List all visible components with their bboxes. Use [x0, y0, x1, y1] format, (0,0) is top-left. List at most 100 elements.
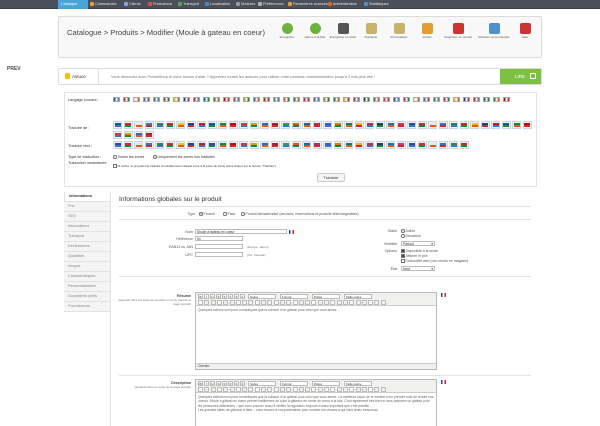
editor-tool-icon[interactable] [267, 300, 273, 305]
language-flag-icon[interactable] [333, 121, 343, 129]
editor-format-button[interactable]: ≡ [228, 294, 233, 299]
nav-tab-8[interactable]: Administration [328, 0, 357, 9]
language-flag-icon[interactable] [293, 97, 300, 102]
editor-tool-icon[interactable] [273, 387, 279, 392]
preview-button[interactable]: Prévisualiser [385, 23, 413, 40]
language-flag-icon[interactable] [449, 121, 458, 129]
language-flag-icon[interactable] [480, 121, 490, 129]
language-flag-icon[interactable] [213, 97, 220, 102]
back-list-button[interactable]: Retour à la liste [301, 23, 329, 40]
editor-tool-icon[interactable] [298, 300, 304, 305]
language-flag-icon[interactable] [501, 121, 511, 129]
language-flag-icon[interactable] [312, 121, 322, 129]
language-flag-icon[interactable] [155, 121, 164, 129]
editor-tool-icon[interactable] [292, 387, 298, 392]
editor-tool-icon[interactable] [235, 300, 241, 305]
editor-tool-icon[interactable] [254, 300, 260, 305]
editor-tool-icon[interactable] [292, 300, 298, 305]
language-flag-icon[interactable] [344, 141, 353, 149]
type-product-radio[interactable]: Produit [199, 212, 215, 216]
editor-tool-icon[interactable] [342, 300, 348, 305]
language-flag-icon[interactable] [353, 97, 360, 102]
editor-tool-icon[interactable] [279, 300, 285, 305]
language-flag-icon[interactable] [433, 97, 440, 102]
language-flag-icon[interactable] [396, 141, 406, 149]
editor-format-button[interactable]: U [210, 381, 215, 386]
language-flag-icon[interactable] [443, 97, 450, 102]
editor-dropdown[interactable]: Police [312, 294, 340, 299]
language-flag-icon[interactable] [344, 121, 353, 129]
language-flag-icon[interactable] [522, 121, 532, 129]
editor-tool-icon[interactable] [210, 387, 216, 392]
language-flag-icon[interactable] [333, 141, 343, 149]
editor-tool-icon[interactable] [261, 300, 266, 305]
editor-tool-icon[interactable] [198, 300, 203, 305]
language-flag-icon[interactable] [386, 141, 395, 149]
editor-tool-icon[interactable] [229, 387, 235, 392]
language-flag-icon[interactable] [323, 97, 330, 102]
nav-tab-3[interactable]: Transport [178, 0, 199, 9]
editor-tool-icon[interactable] [380, 387, 386, 392]
language-flag-icon[interactable] [453, 97, 460, 102]
nav-tab-6[interactable]: Préférences [258, 0, 283, 9]
tab-images[interactable]: Images [64, 262, 110, 272]
editor-tool-icon[interactable] [223, 387, 229, 392]
editor-tool-icon[interactable] [305, 387, 311, 392]
editor-tool-icon[interactable] [267, 387, 273, 392]
upc-input[interactable] [195, 252, 243, 257]
editor-tool-icon[interactable] [242, 387, 248, 392]
language-flag-icon[interactable] [365, 121, 374, 129]
editor-tool-icon[interactable] [336, 387, 342, 392]
language-flag-icon[interactable] [123, 97, 130, 102]
editor-tool-icon[interactable] [273, 300, 279, 305]
language-flag-icon[interactable] [365, 141, 374, 149]
tab-personnalisation[interactable]: Personnalisation [64, 282, 110, 292]
type-virtual-radio[interactable]: Produit dématérialisé (services, réserva… [241, 212, 359, 216]
editor-tool-icon[interactable] [349, 300, 355, 305]
language-flag-icon[interactable] [249, 121, 259, 129]
editor-format-button[interactable]: ≡ [228, 381, 233, 386]
sales-button[interactable]: Ventes [413, 23, 441, 40]
language-flag-icon[interactable] [413, 97, 420, 102]
language-flag-icon[interactable] [144, 141, 154, 149]
editor-dropdown[interactable]: Styles [248, 294, 276, 299]
editor-tool-icon[interactable] [198, 387, 203, 392]
language-flag-icon[interactable] [207, 141, 217, 149]
language-flag-icon[interactable] [441, 293, 446, 297]
nav-tab-catalogue[interactable]: Catalogue [58, 0, 88, 9]
editor-tool-icon[interactable] [210, 300, 216, 305]
language-flag-icon[interactable] [407, 141, 416, 149]
language-flag-icon[interactable] [193, 97, 200, 102]
language-flag-icon[interactable] [113, 130, 122, 139]
editor-format-button[interactable]: B [198, 294, 203, 299]
editor-tool-icon[interactable] [248, 387, 254, 392]
help-button[interactable]: Aide [511, 23, 539, 40]
language-flag-icon[interactable] [183, 97, 190, 102]
status-disabled-radio[interactable]: Désactivé [401, 234, 421, 238]
editor-tool-icon[interactable] [248, 300, 254, 305]
editor-tool-icon[interactable] [361, 387, 367, 392]
language-flag-icon[interactable] [270, 121, 280, 129]
save-check-button[interactable]: Enregistrer [273, 23, 301, 40]
language-flag-icon[interactable] [283, 97, 290, 102]
editor-tool-icon[interactable] [229, 300, 235, 305]
language-flag-icon[interactable] [291, 141, 301, 149]
language-flag-icon[interactable] [354, 141, 364, 149]
language-flag-icon[interactable] [289, 230, 294, 234]
language-flag-icon[interactable] [113, 141, 122, 149]
type-untranslated-radio[interactable]: Uniquement les zones non traduites [153, 155, 215, 159]
language-flag-icon[interactable] [503, 97, 510, 102]
option-show-price-checkbox[interactable]: Afficher le prix [401, 254, 428, 258]
visibility-select[interactable]: Partout [401, 241, 435, 247]
language-flag-icon[interactable] [343, 97, 350, 102]
type-pack-radio[interactable]: Pack [223, 212, 235, 216]
type-all-radio[interactable]: Toutes les zones [113, 155, 144, 159]
tab-declinaisons[interactable]: Déclinaisons [64, 242, 110, 252]
language-flag-icon[interactable] [417, 141, 427, 149]
editor-format-button[interactable]: ≡ [240, 381, 245, 386]
editor-tool-icon[interactable] [279, 387, 285, 392]
language-flag-icon[interactable] [363, 97, 370, 102]
editor-dropdown[interactable]: Format [280, 294, 308, 299]
editor-dropdown[interactable]: Police [312, 381, 340, 386]
editor-dropdown[interactable]: Styles [248, 381, 276, 386]
